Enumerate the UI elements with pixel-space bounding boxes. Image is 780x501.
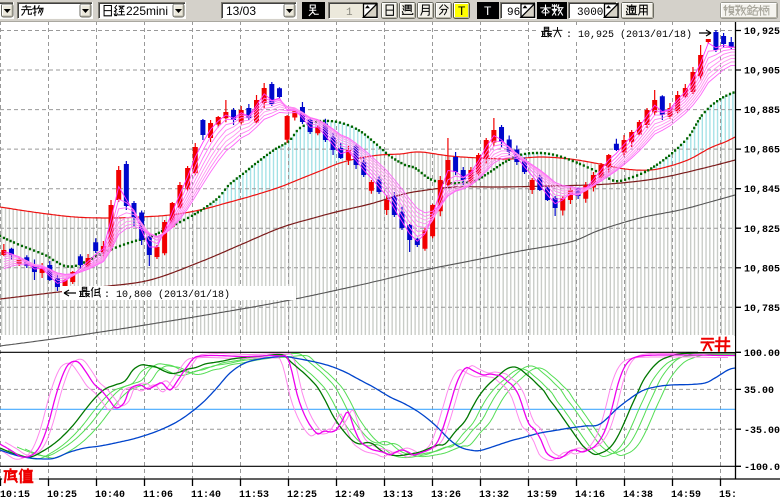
svg-text:13:59: 13:59	[527, 490, 557, 501]
svg-text:13/03: 13/03	[226, 4, 256, 18]
svg-text:100.00: 100.00	[744, 349, 780, 360]
svg-text:10,825: 10,825	[744, 225, 780, 236]
svg-text:-100.00: -100.00	[744, 463, 780, 474]
svg-text:96: 96	[507, 7, 520, 19]
svg-text:11:53: 11:53	[239, 490, 269, 501]
svg-text:225mini: 225mini	[126, 4, 168, 18]
svg-text:12:49: 12:49	[335, 490, 365, 501]
svg-text:1: 1	[346, 7, 353, 19]
svg-text:12:25: 12:25	[287, 490, 317, 501]
svg-text:10:25: 10:25	[47, 490, 77, 501]
svg-text:10,785: 10,785	[744, 304, 780, 315]
svg-text:10,885: 10,885	[744, 106, 780, 117]
svg-text:14:16: 14:16	[575, 490, 605, 501]
svg-text:35.00: 35.00	[744, 386, 774, 397]
svg-text:11:40: 11:40	[191, 490, 221, 501]
svg-text:10:15: 10:15	[0, 490, 30, 501]
svg-text:14:38: 14:38	[623, 490, 653, 501]
svg-text:13:26: 13:26	[431, 490, 461, 501]
svg-text:: 10,800 (2013/01/18): : 10,800 (2013/01/18)	[104, 289, 230, 301]
svg-text:T: T	[484, 4, 492, 18]
svg-text:10,865: 10,865	[744, 146, 780, 157]
svg-text:10,905: 10,905	[744, 67, 780, 78]
svg-text:-35.00: -35.00	[744, 426, 780, 437]
svg-text:11:06: 11:06	[143, 490, 173, 501]
svg-text:10,925: 10,925	[744, 27, 780, 38]
svg-text:: 10,925 (2013/01/18): : 10,925 (2013/01/18)	[566, 29, 692, 41]
svg-text:10,845: 10,845	[744, 185, 780, 196]
svg-text:10:40: 10:40	[95, 490, 125, 501]
svg-text:10,805: 10,805	[744, 264, 780, 275]
svg-text:13:32: 13:32	[479, 490, 509, 501]
svg-text:T: T	[458, 4, 466, 18]
svg-text:3000: 3000	[577, 7, 603, 19]
svg-text:14:59: 14:59	[671, 490, 701, 501]
svg-text:13:13: 13:13	[383, 490, 413, 501]
